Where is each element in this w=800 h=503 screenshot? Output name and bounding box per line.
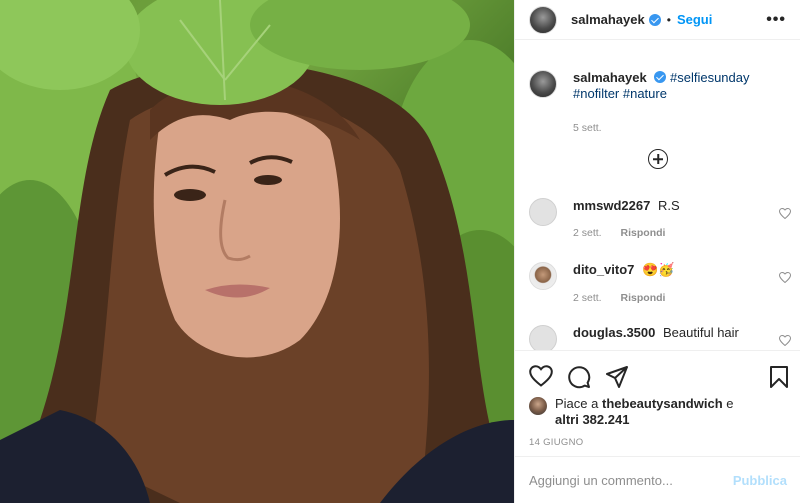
hashtag-link[interactable]: #selfiesunday: [670, 70, 750, 85]
like-comment-heart-icon[interactable]: [779, 208, 791, 219]
commenter-avatar[interactable]: [529, 198, 557, 226]
comment-text: 😍🥳: [642, 262, 675, 277]
comment-time[interactable]: 2 sett.: [573, 227, 602, 239]
separator-dot: •: [666, 12, 671, 27]
like-comment-heart-icon[interactable]: [779, 272, 791, 283]
more-icon[interactable]: •••: [766, 11, 786, 29]
comment-item: dito_vito7 😍🥳 2 sett. Rispondi: [529, 262, 791, 304]
comment-username[interactable]: dito_vito7: [573, 262, 634, 277]
author-avatar[interactable]: [529, 5, 557, 34]
publish-button[interactable]: Pubblica: [733, 473, 787, 488]
commenter-avatar[interactable]: [529, 325, 557, 350]
comment-time[interactable]: 2 sett.: [573, 292, 602, 304]
comment-item: douglas.3500 Beautiful hair: [529, 325, 791, 350]
share-paper-plane-icon[interactable]: [605, 365, 629, 389]
post-sidebar: salmahayek • Segui ••• salmahayek #selfi…: [514, 0, 800, 503]
post-photo[interactable]: [0, 0, 514, 503]
post-caption: salmahayek #selfiesunday #nofilter #natu…: [529, 70, 789, 136]
hashtag-links[interactable]: #nofilter #nature: [573, 86, 749, 102]
comment-text: R.S: [657, 198, 680, 213]
comment-username[interactable]: douglas.3500: [573, 325, 655, 340]
verified-badge-icon: [648, 13, 661, 26]
verified-badge-icon: [654, 71, 667, 83]
comment-username[interactable]: mmswd2267: [573, 198, 650, 213]
commenter-avatar[interactable]: [529, 262, 557, 290]
liker-username[interactable]: thebeautysandwich: [602, 396, 723, 411]
add-comment-bar: Pubblica: [515, 456, 800, 503]
follow-button[interactable]: Segui: [677, 12, 712, 27]
comment-text: Beautiful hair: [663, 325, 739, 340]
save-bookmark-icon[interactable]: [769, 365, 789, 389]
caption-time[interactable]: 5 sett.: [573, 120, 749, 136]
instagram-post: salmahayek • Segui ••• salmahayek #selfi…: [0, 0, 800, 503]
comments-list[interactable]: mmswd2267 R.S 2 sett. Rispondi dito_vito…: [515, 190, 800, 350]
liker-avatar[interactable]: [529, 397, 547, 415]
like-comment-heart-icon[interactable]: [779, 335, 791, 346]
likes-others-count[interactable]: altri 382.241: [555, 412, 629, 427]
load-more-comments-icon[interactable]: [648, 149, 668, 169]
comment-input[interactable]: [529, 473, 733, 488]
author-username[interactable]: salmahayek: [571, 12, 645, 27]
action-icons: [529, 365, 629, 389]
post-date[interactable]: 14 GIUGNO: [529, 437, 583, 448]
comment-item: mmswd2267 R.S 2 sett. Rispondi: [529, 198, 791, 239]
caption-avatar[interactable]: [529, 70, 557, 98]
likes-connector: e: [726, 396, 734, 411]
post-actions: Piace a thebeautysandwich e altri 382.24…: [515, 350, 800, 503]
reply-button[interactable]: Rispondi: [621, 292, 666, 304]
likes-summary: Piace a thebeautysandwich e altri 382.24…: [529, 396, 734, 428]
caption-username[interactable]: salmahayek: [573, 70, 647, 85]
post-header: salmahayek • Segui •••: [515, 0, 800, 40]
reply-button[interactable]: Rispondi: [621, 227, 666, 239]
selfie-illustration: [0, 0, 514, 503]
like-heart-icon[interactable]: [529, 365, 553, 387]
comment-bubble-icon[interactable]: [567, 365, 591, 389]
likes-prefix: Piace a: [555, 396, 599, 411]
